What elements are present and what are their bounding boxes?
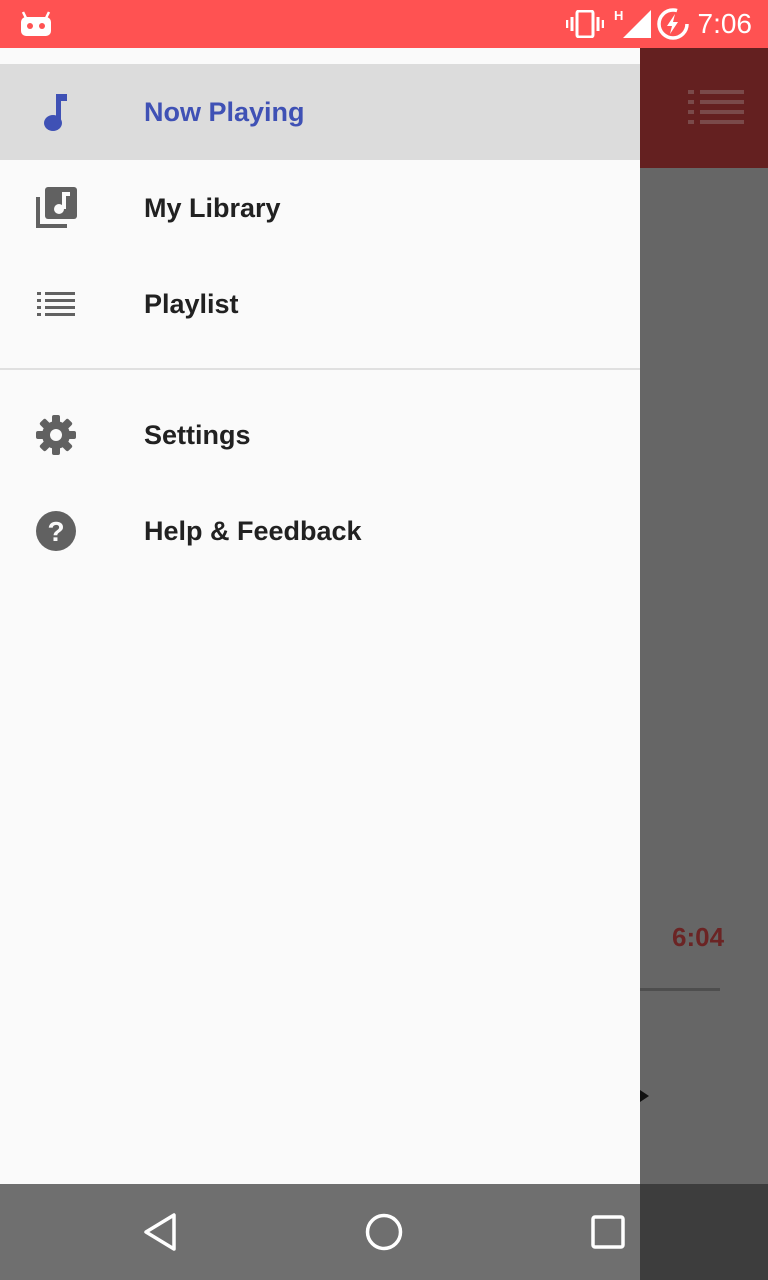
- recents-icon[interactable]: [584, 1208, 632, 1256]
- drawer-item-label: My Library: [144, 193, 281, 223]
- help-icon: ?: [32, 507, 80, 555]
- seek-bar[interactable]: [640, 988, 720, 991]
- system-nav-bar: [0, 1184, 768, 1280]
- drawer-item-label: Playlist: [144, 289, 239, 319]
- drawer-item-now-playing[interactable]: Now Playing: [0, 64, 640, 160]
- music-note-icon: [32, 88, 80, 136]
- drawer-item-label: Help & Feedback: [144, 516, 362, 546]
- svg-text:?: ?: [47, 516, 64, 547]
- queue-list-icon[interactable]: [688, 90, 744, 129]
- list-icon: [32, 280, 80, 328]
- home-icon[interactable]: [360, 1208, 408, 1256]
- signal-icon: H: [614, 0, 652, 48]
- vibrate-icon: [566, 0, 604, 48]
- library-music-icon: [32, 184, 80, 232]
- back-icon[interactable]: [136, 1208, 184, 1256]
- track-duration: 6:04: [672, 922, 725, 952]
- navigation-drawer: Now Playing My Library Playlist Settings…: [0, 48, 640, 1184]
- nav-bar-dimmed-area: [640, 1184, 768, 1280]
- android-debug-icon: [20, 0, 52, 48]
- gear-icon: [32, 411, 80, 459]
- drawer-item-settings[interactable]: Settings: [0, 387, 640, 483]
- status-bar: H 7:06: [0, 0, 768, 48]
- drawer-item-my-library[interactable]: My Library: [0, 160, 640, 256]
- network-type-label: H: [614, 7, 624, 23]
- drawer-item-playlist[interactable]: Playlist: [0, 256, 640, 352]
- status-time: 7:06: [697, 8, 753, 39]
- drawer-item-label: Settings: [144, 420, 251, 450]
- background-toolbar: [640, 48, 768, 168]
- drawer-divider: [0, 368, 640, 370]
- play-icon[interactable]: [640, 1090, 649, 1102]
- drawer-item-help-feedback[interactable]: ? Help & Feedback: [0, 483, 640, 579]
- battery-charging-icon: [656, 0, 690, 48]
- drawer-item-label: Now Playing: [144, 97, 305, 127]
